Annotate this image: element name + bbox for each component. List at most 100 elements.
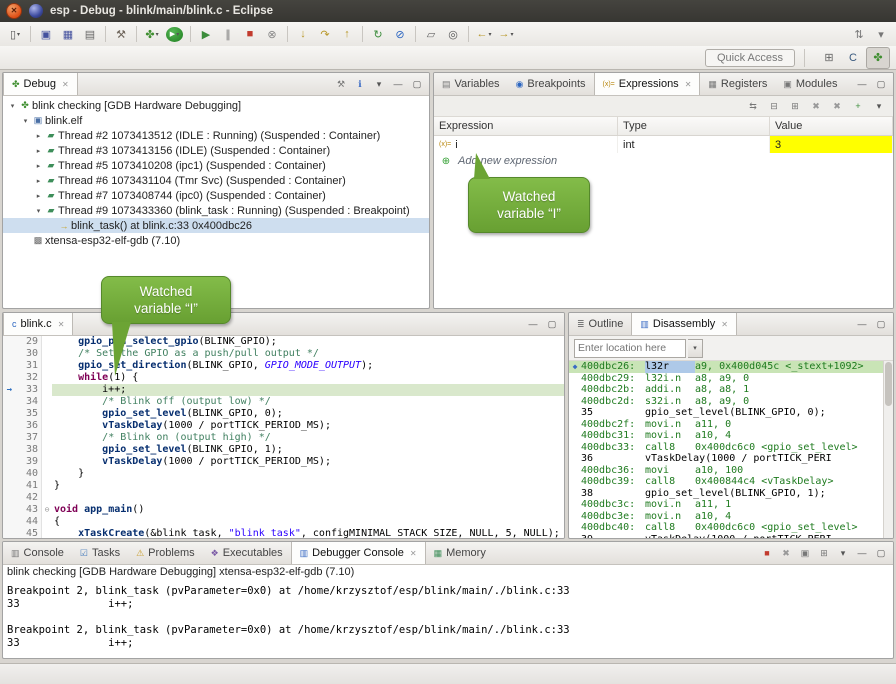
build-icon[interactable]: ⚒ bbox=[110, 24, 132, 44]
editor-ruler[interactable] bbox=[3, 432, 16, 444]
open-console-icon[interactable]: ⊞ bbox=[816, 545, 832, 561]
editor-ruler[interactable] bbox=[3, 408, 16, 420]
save-all-icon[interactable]: ▦ bbox=[57, 24, 79, 44]
tab-close-icon[interactable]: ✕ bbox=[685, 80, 692, 89]
column-expression[interactable]: Expression bbox=[434, 117, 618, 135]
tab-blink-c[interactable]: cblink.c✕ bbox=[3, 313, 73, 335]
code-editor[interactable]: 29 gpio_pad_select_gpio(BLINK_GPIO);30 /… bbox=[3, 336, 564, 538]
save-icon[interactable]: ▣ bbox=[35, 24, 57, 44]
column-value[interactable]: Value bbox=[770, 117, 893, 135]
debug-tree-row[interactable]: ▸▰Thread #3 1073413156 (IDLE) (Suspended… bbox=[3, 143, 429, 158]
tab-close-icon[interactable]: ✕ bbox=[58, 320, 65, 329]
editor-ruler[interactable] bbox=[3, 516, 16, 528]
remove-expression-icon[interactable]: ✖ bbox=[808, 98, 824, 114]
editor-ruler[interactable] bbox=[3, 420, 16, 432]
tree-expander-icon[interactable]: ▸ bbox=[33, 147, 44, 155]
editor-ruler[interactable] bbox=[3, 360, 16, 372]
minimize-icon[interactable]: — bbox=[854, 316, 870, 332]
debug-tree-row[interactable]: ▸▰Thread #7 1073408744 (ipc0) (Suspended… bbox=[3, 188, 429, 203]
show-type-names-icon[interactable]: ⇆ bbox=[745, 98, 761, 114]
location-input[interactable] bbox=[574, 339, 686, 358]
tab-variables[interactable]: ▤Variables bbox=[434, 73, 508, 95]
search-icon[interactable]: ◎ bbox=[442, 24, 464, 44]
remove-all-expressions-icon[interactable]: ✖ bbox=[829, 98, 845, 114]
tab-close-icon[interactable]: ✕ bbox=[62, 80, 69, 89]
print-icon[interactable]: ▤ bbox=[79, 24, 101, 44]
location-dropdown-button[interactable]: ▾ bbox=[688, 339, 703, 358]
tab-breakpoints[interactable]: ◉Breakpoints bbox=[508, 73, 594, 95]
restart-icon[interactable]: ↻ bbox=[367, 24, 389, 44]
add-expression-row[interactable]: ⊕ Add new expression bbox=[434, 153, 893, 169]
terminate-icon[interactable]: ■ bbox=[239, 24, 261, 44]
debug-tree-row[interactable]: ▾✤blink checking [GDB Hardware Debugging… bbox=[3, 98, 429, 113]
annotation-nav-icon[interactable]: ⇅ bbox=[848, 24, 870, 44]
tab-console[interactable]: ▥Console bbox=[3, 542, 72, 564]
scrollbar-thumb[interactable] bbox=[885, 362, 892, 406]
debug-tree-row[interactable]: ▾▣blink.elf bbox=[3, 113, 429, 128]
suspend-icon[interactable]: ∥ bbox=[217, 24, 239, 44]
minimize-icon[interactable]: — bbox=[525, 316, 541, 332]
resume-icon[interactable]: ▶ bbox=[195, 24, 217, 44]
show-logical-structure-icon[interactable]: ⊟ bbox=[766, 98, 782, 114]
editor-ruler[interactable] bbox=[3, 336, 16, 348]
new-cpp-file-icon[interactable]: ▱ bbox=[420, 24, 442, 44]
maximize-icon[interactable]: ▢ bbox=[873, 76, 889, 92]
tree-expander-icon[interactable]: ▸ bbox=[33, 192, 44, 200]
editor-ruler[interactable] bbox=[3, 348, 16, 360]
step-return-icon[interactable]: ↑ bbox=[336, 24, 358, 44]
step-into-icon[interactable]: ↓ bbox=[292, 24, 314, 44]
new-wizard-icon[interactable]: ▯▾ bbox=[4, 24, 26, 44]
editor-ruler[interactable] bbox=[3, 372, 16, 384]
tree-expander-icon[interactable]: ▸ bbox=[33, 177, 44, 185]
disconnect-icon[interactable]: ⊗ bbox=[261, 24, 283, 44]
editor-ruler[interactable] bbox=[3, 504, 16, 516]
expression-row[interactable]: (x)=i int 3 bbox=[434, 136, 893, 153]
maximize-icon[interactable]: ▢ bbox=[873, 545, 889, 561]
editor-ruler[interactable] bbox=[3, 396, 16, 408]
tab-executables[interactable]: ❖Executables bbox=[203, 542, 291, 564]
tab-problems[interactable]: ⚠Problems bbox=[128, 542, 203, 564]
remove-launch-icon[interactable]: ✖ bbox=[778, 545, 794, 561]
maximize-icon[interactable]: ▢ bbox=[544, 316, 560, 332]
maximize-icon[interactable]: ▢ bbox=[409, 76, 425, 92]
view-menu-icon[interactable]: ▾ bbox=[835, 545, 851, 561]
tree-expander-icon[interactable]: ▾ bbox=[20, 117, 31, 125]
debug-perspective-icon[interactable]: ✤ bbox=[866, 47, 890, 69]
editor-ruler[interactable] bbox=[3, 528, 16, 538]
tree-expander-icon[interactable]: ▾ bbox=[33, 207, 44, 215]
editor-ruler[interactable] bbox=[3, 492, 16, 504]
editor-ruler[interactable] bbox=[3, 480, 16, 492]
skip-breakpoints-icon[interactable]: ⊘ bbox=[389, 24, 411, 44]
step-over-icon[interactable]: ↷ bbox=[314, 24, 336, 44]
open-perspective-icon[interactable]: ⊞ bbox=[818, 48, 840, 68]
editor-ruler[interactable] bbox=[3, 444, 16, 456]
view-menu-icon[interactable]: ▾ bbox=[371, 76, 387, 92]
tab-memory[interactable]: ▦Memory bbox=[426, 542, 494, 564]
tab-tasks[interactable]: ☑Tasks bbox=[72, 542, 128, 564]
minimize-icon[interactable]: — bbox=[854, 76, 870, 92]
minimize-icon[interactable]: — bbox=[854, 545, 870, 561]
view-menu-icon[interactable]: ▾ bbox=[871, 98, 887, 114]
back-icon[interactable]: ←▾ bbox=[473, 24, 495, 44]
tree-expander-icon[interactable]: ▾ bbox=[7, 102, 18, 110]
editor-ruler[interactable] bbox=[3, 468, 16, 480]
debug-tree-row[interactable]: ▾▰Thread #9 1073433360 (blink_task : Run… bbox=[3, 203, 429, 218]
toolbar-overflow-icon[interactable]: ▾ bbox=[870, 24, 892, 44]
disassembly-scrollbar[interactable] bbox=[883, 361, 893, 538]
tab-disassembly[interactable]: ▥Disassembly✕ bbox=[631, 313, 737, 335]
display-selected-console-icon[interactable]: ▣ bbox=[797, 545, 813, 561]
forward-icon[interactable]: →▾ bbox=[495, 24, 517, 44]
view-wrench-icon[interactable]: ⚒ bbox=[333, 76, 349, 92]
debug-icon[interactable]: ✤▾ bbox=[141, 24, 163, 44]
quick-access-button[interactable]: Quick Access bbox=[705, 49, 795, 67]
debug-tree-row[interactable]: →blink_task() at blink.c:33 0x400dbc26 bbox=[3, 218, 429, 233]
tab-close-icon[interactable]: ✕ bbox=[410, 549, 417, 558]
tab-close-icon[interactable]: ✕ bbox=[721, 320, 728, 329]
debug-tree-row[interactable]: ▩xtensa-esp32-elf-gdb (7.10) bbox=[3, 233, 429, 248]
add-expression-icon[interactable]: + bbox=[850, 98, 866, 114]
tab-outline[interactable]: ≣Outline bbox=[569, 313, 631, 335]
tree-expander-icon[interactable]: ▸ bbox=[33, 162, 44, 170]
instruction-pointer-icon[interactable]: → bbox=[3, 384, 16, 396]
window-close-button[interactable]: ✕ bbox=[6, 3, 22, 19]
editor-ruler[interactable] bbox=[3, 456, 16, 468]
